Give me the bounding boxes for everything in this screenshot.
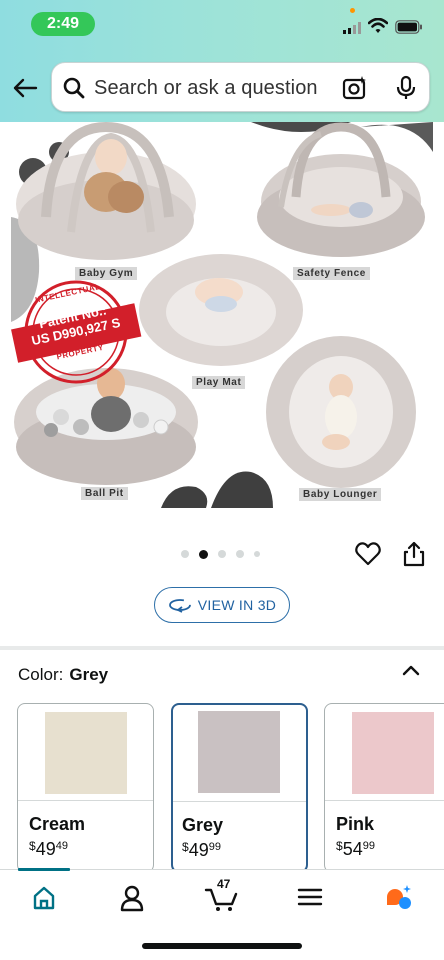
search-icon [63, 77, 85, 99]
label-baby-lounger: Baby Lounger [299, 488, 382, 501]
home-indicator [142, 943, 302, 949]
camera-lens-icon[interactable] [342, 75, 368, 101]
heart-icon[interactable] [355, 542, 381, 566]
swatch-price: $5499 [336, 839, 375, 859]
swatch-grey[interactable]: Grey $4999 [171, 703, 308, 869]
swatch-cream[interactable]: Cream $4949 [17, 703, 154, 869]
label-safety-fence: Safety Fence [293, 267, 370, 280]
menu-icon[interactable] [290, 882, 330, 912]
swatch-price: $4949 [29, 839, 68, 859]
label-play-mat: Play Mat [192, 376, 246, 389]
swatch-price: $4999 [182, 840, 221, 860]
label-ball-pit: Ball Pit [81, 487, 128, 500]
cellular-signal-icon [343, 22, 361, 34]
privacy-indicator-icon [350, 8, 355, 13]
view-in-3d-label: VIEW IN 3D [197, 597, 277, 613]
status-bar: 2:49 [0, 0, 444, 50]
swatch-name: Grey [182, 815, 224, 835]
color-chip [45, 712, 127, 794]
battery-icon [395, 20, 422, 34]
status-time: 2:49 [31, 12, 95, 36]
wifi-icon [368, 18, 388, 33]
home-icon[interactable] [24, 882, 64, 912]
color-chip [198, 711, 280, 793]
account-icon[interactable] [112, 882, 152, 912]
swatch-image-area [173, 705, 306, 802]
carousel-dot[interactable] [236, 550, 244, 558]
color-chip [352, 712, 434, 794]
section-divider [0, 646, 444, 650]
chevron-up-icon[interactable] [402, 663, 420, 677]
microphone-icon[interactable] [395, 75, 417, 101]
product-image-carousel[interactable]: Baby Gym Safety Fence Play Mat Ball Pit … [11, 122, 433, 508]
swatch-name: Pink [336, 814, 375, 834]
carousel-dot-active[interactable] [199, 549, 208, 559]
swatch-pink[interactable]: Pink $5499 [324, 703, 444, 869]
carousel-dot[interactable] [218, 550, 226, 558]
search-bar[interactable]: Search or ask a question [51, 62, 430, 112]
color-swatch-list[interactable]: Cream $4949 Grey $4999 Pink $5499 [0, 703, 444, 869]
share-icon[interactable] [402, 541, 426, 567]
color-selector-header[interactable]: Color: Grey [18, 665, 108, 685]
swatch-name: Cream [29, 814, 86, 834]
top-header: 2:49 Search or ask a question [0, 0, 444, 122]
color-selected-value: Grey [69, 665, 109, 684]
back-arrow-icon[interactable] [10, 76, 40, 100]
active-tab-indicator [18, 868, 70, 871]
ai-assistant-icon[interactable] [379, 882, 419, 912]
carousel-pagination[interactable] [181, 549, 260, 559]
color-key-label: Color: [18, 665, 64, 684]
product-page: 2:49 Search or ask a question Baby Gym S… [0, 0, 444, 960]
swatch-image-area [18, 704, 153, 801]
carousel-dot[interactable] [254, 551, 260, 557]
view-in-3d-button[interactable]: VIEW IN 3D [154, 587, 290, 623]
swatch-image-area [325, 704, 444, 801]
rotate-3d-icon [168, 599, 191, 613]
search-input[interactable]: Search or ask a question [94, 77, 318, 100]
cart-count-badge: 47 [217, 877, 231, 891]
carousel-dot[interactable] [181, 550, 189, 558]
